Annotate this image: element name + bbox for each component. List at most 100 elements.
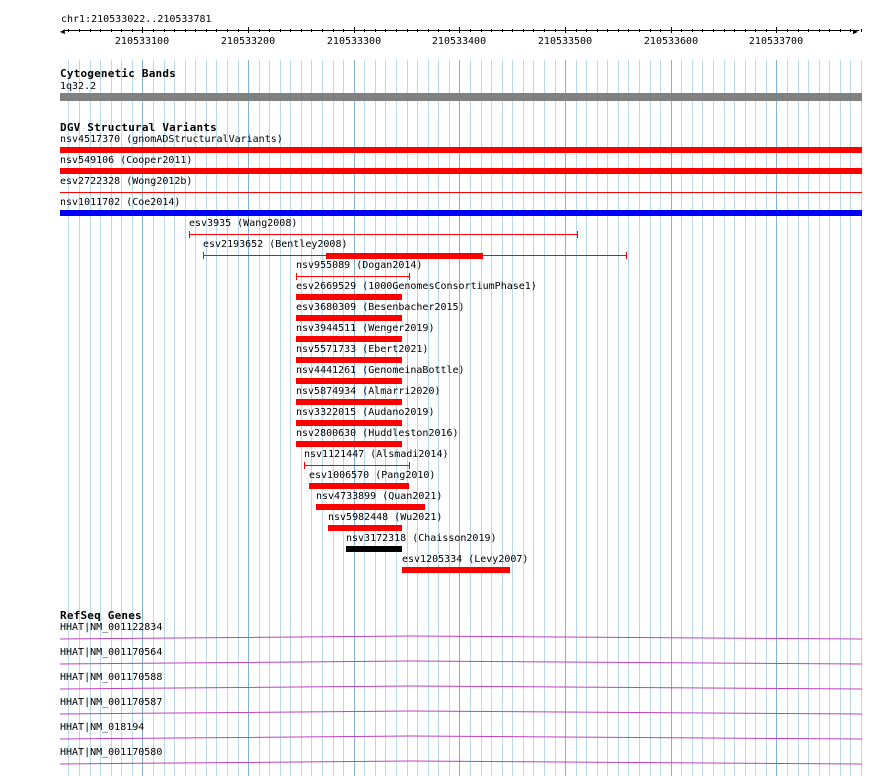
ruler-tick <box>565 27 566 33</box>
ruler-tick <box>174 29 175 32</box>
gene-label[interactable]: HHAT|NM_001170580 <box>60 747 162 758</box>
sv-feature-line[interactable] <box>304 465 409 466</box>
sv-feature-line[interactable] <box>60 192 862 193</box>
sv-feature-bar[interactable] <box>296 294 402 300</box>
ruler-tick <box>766 29 767 32</box>
gene-label[interactable]: HHAT|NM_001170587 <box>60 697 162 708</box>
sv-feature-label[interactable]: nsv4441261 (GenomeinaBottle) <box>296 365 465 376</box>
ruler-tick <box>407 29 408 32</box>
ruler-tick <box>248 27 249 33</box>
ruler-tick <box>142 27 143 33</box>
sv-feature-label[interactable]: esv2669529 (1000GenomesConsortiumPhase1) <box>296 281 537 292</box>
ruler-tick <box>713 29 714 32</box>
gene-intron-line[interactable] <box>60 731 862 741</box>
sv-feature-label[interactable]: esv3935 (Wang2008) <box>189 218 297 229</box>
ruler-tick <box>829 29 830 32</box>
sv-feature-label[interactable]: nsv3172318 (Chaisson2019) <box>346 533 497 544</box>
sv-feature-bar[interactable] <box>296 399 402 405</box>
ruler-tick <box>745 29 746 32</box>
ruler-tick <box>850 29 851 32</box>
ruler-left-arrow-icon[interactable]: ◀ <box>60 27 65 36</box>
ruler-tick-label: 210533200 <box>220 36 276 47</box>
sv-feature-label[interactable]: esv2193652 (Bentley2008) <box>203 239 348 250</box>
sv-feature-line[interactable] <box>189 234 577 235</box>
sv-feature-bar[interactable] <box>328 525 402 531</box>
ruler-tick <box>396 29 397 32</box>
sv-feature-label[interactable]: esv1205334 (Levy2007) <box>402 554 528 565</box>
sv-feature-bar[interactable] <box>316 504 425 510</box>
ruler-tick <box>555 29 556 32</box>
ruler-tick <box>808 29 809 32</box>
sv-feature-label[interactable]: nsv4517370 (gnomADStructuralVariants) <box>60 134 283 145</box>
ruler-right-arrow-icon[interactable]: ▶ <box>853 27 858 36</box>
sv-feature-bar[interactable] <box>326 253 483 259</box>
sv-feature-label[interactable]: nsv955089 (Dogan2014) <box>296 260 422 271</box>
sv-feature-bar[interactable] <box>296 378 402 384</box>
ruler-tick <box>364 29 365 32</box>
sv-feature-label[interactable]: nsv2800630 (Huddleston2016) <box>296 428 459 439</box>
sv-feature-label[interactable]: nsv5571733 (Ebert2021) <box>296 344 428 355</box>
gene-label[interactable]: HHAT|NM_001170564 <box>60 647 162 658</box>
gene-intron-line[interactable] <box>60 656 862 666</box>
sv-feature-bar[interactable] <box>60 210 862 216</box>
ruler-tick <box>79 29 80 32</box>
ruler-tick <box>523 29 524 32</box>
ruler-tick <box>269 29 270 32</box>
sv-feature-label[interactable]: nsv4733899 (Quan2021) <box>316 491 442 502</box>
sv-feature-bar[interactable] <box>402 567 510 573</box>
ruler-tick <box>100 29 101 32</box>
sv-feature-label[interactable]: esv3680309 (Besenbacher2015) <box>296 302 465 313</box>
sv-feature-bar[interactable] <box>296 315 402 321</box>
sv-feature-bar[interactable] <box>60 147 862 153</box>
ruler-tick <box>417 29 418 32</box>
sv-feature-label[interactable]: nsv1121447 (Alsmadi2014) <box>304 449 449 460</box>
gene-intron-line[interactable] <box>60 756 862 766</box>
sv-feature-label[interactable]: esv2722328 (Wong2012b) <box>60 176 192 187</box>
ruler-tick <box>438 29 439 32</box>
refseq-track-title[interactable]: RefSeq Genes <box>60 610 142 621</box>
sv-feature-label[interactable]: nsv1011702 (Coe2014) <box>60 197 180 208</box>
sv-feature-bar[interactable] <box>296 420 402 426</box>
ruler-tick <box>206 29 207 32</box>
sv-feature-bar[interactable] <box>60 168 862 174</box>
sv-feature-endcap <box>296 273 297 280</box>
ruler-tick <box>819 29 820 32</box>
sv-feature-line[interactable] <box>296 276 409 277</box>
cytoband-bar[interactable] <box>60 93 862 101</box>
gene-label[interactable]: HHAT|NM_018194 <box>60 722 144 733</box>
sv-feature-endcap <box>203 252 204 259</box>
sv-feature-bar[interactable] <box>296 441 402 447</box>
sv-feature-bar[interactable] <box>296 357 402 363</box>
ruler-tick <box>111 29 112 32</box>
ruler-tick <box>164 29 165 32</box>
sv-feature-label[interactable]: esv1006570 (Pang2010) <box>309 470 435 481</box>
sv-feature-label[interactable]: nsv549106 (Cooper2011) <box>60 155 192 166</box>
dgv-track-title[interactable]: DGV Structural Variants <box>60 122 217 133</box>
ruler-tick <box>692 29 693 32</box>
ruler-tick <box>333 29 334 32</box>
sv-feature-label[interactable]: nsv3944511 (Wenger2019) <box>296 323 434 334</box>
ruler-tick <box>734 29 735 32</box>
ruler-tick <box>861 29 862 32</box>
cytoband-track-title[interactable]: Cytogenetic Bands <box>60 68 176 79</box>
gene-intron-line[interactable] <box>60 681 862 691</box>
gene-label[interactable]: HHAT|NM_001122834 <box>60 622 162 633</box>
sv-feature-bar[interactable] <box>296 336 402 342</box>
sv-feature-label[interactable]: nsv5982448 (Wu2021) <box>328 512 442 523</box>
ruler-tick <box>195 29 196 32</box>
gene-intron-line[interactable] <box>60 706 862 716</box>
sv-feature-bar[interactable] <box>309 483 409 489</box>
ruler-tick <box>132 29 133 32</box>
gene-intron-line[interactable] <box>60 631 862 641</box>
ruler-tick <box>354 27 355 33</box>
sv-feature-endcap <box>626 252 627 259</box>
sv-feature-label[interactable]: nsv5874934 (Almarri2020) <box>296 386 441 397</box>
ruler-tick <box>671 27 672 33</box>
gene-label[interactable]: HHAT|NM_001170588 <box>60 672 162 683</box>
sv-feature-bar[interactable] <box>346 546 402 552</box>
sv-feature-label[interactable]: nsv3322015 (Audano2019) <box>296 407 434 418</box>
cytoband-label: 1q32.2 <box>60 81 97 92</box>
ruler-tick-label: 210533500 <box>537 36 593 47</box>
ruler-tick <box>470 29 471 32</box>
ruler-tick <box>840 29 841 32</box>
